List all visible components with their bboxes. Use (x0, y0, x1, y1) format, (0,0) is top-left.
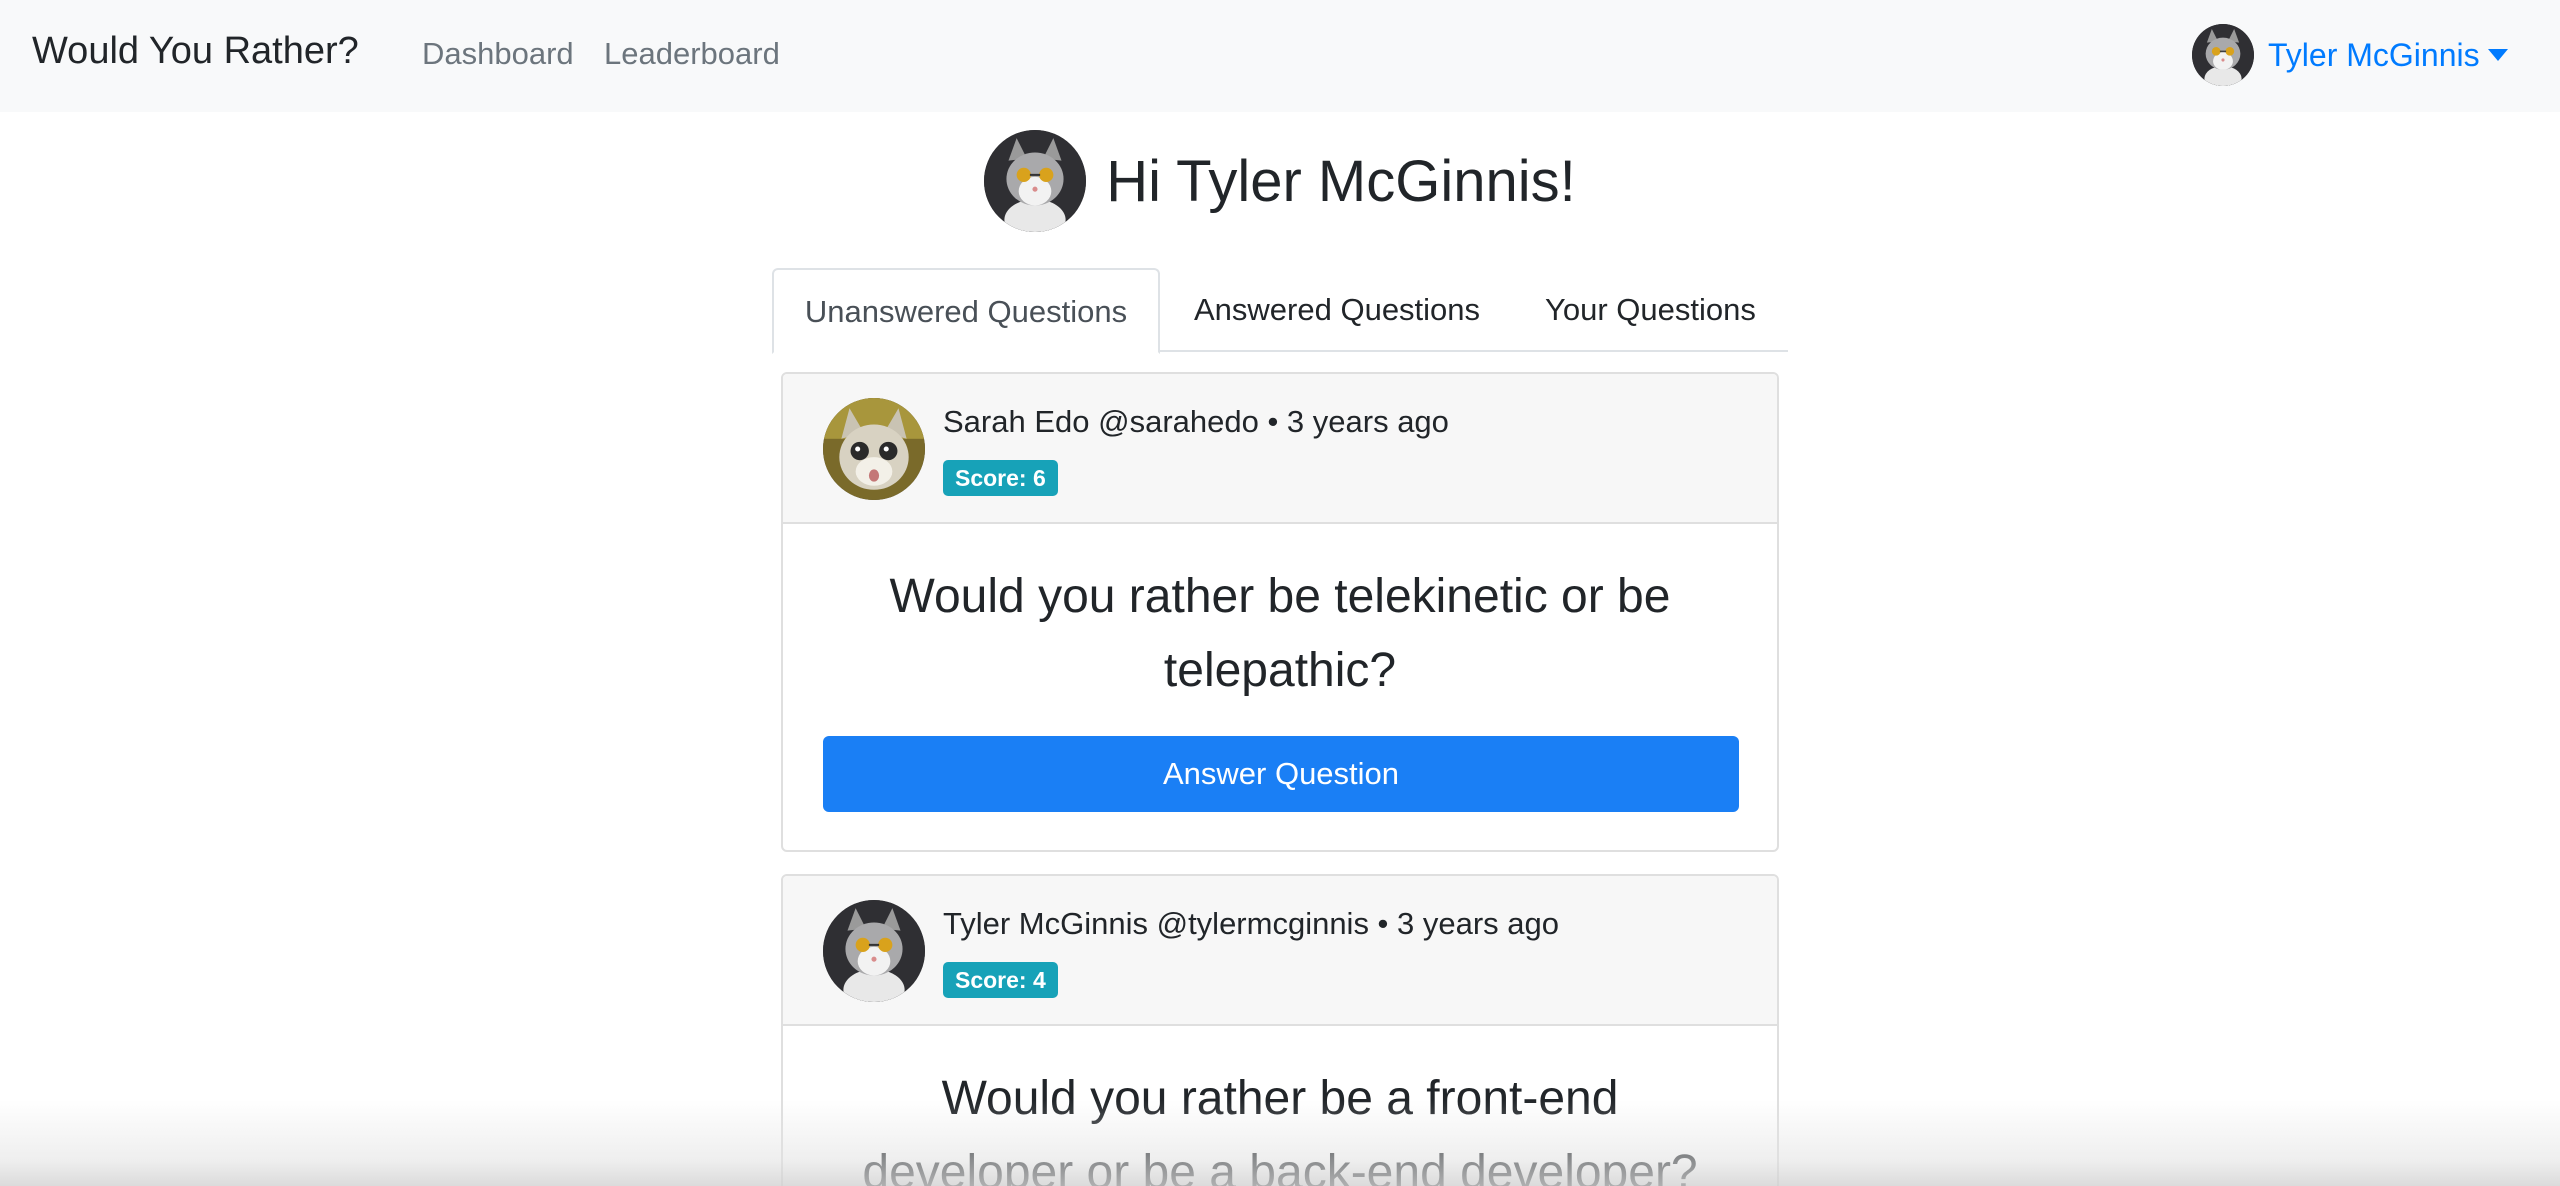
user-name: Tyler McGinnis (2268, 36, 2480, 73)
surprised-cat-icon (823, 398, 925, 500)
author-line: Sarah Edo @sarahedo • 3 years ago (943, 404, 1449, 439)
card-header: Sarah Edo @sarahedo • 3 years ago Score:… (783, 374, 1777, 524)
tab-your-questions[interactable]: Your Questions (1545, 268, 1756, 352)
greeting-avatar (984, 130, 1087, 232)
question-text: Would you rather be telekinetic or be te… (889, 570, 1671, 697)
nav-dashboard[interactable]: Dashboard (422, 36, 574, 72)
question-text: Would you rather be a front-end develope… (862, 1072, 1698, 1186)
greeting: Hi Tyler McGinnis! (0, 130, 2560, 232)
navbar: Would You Rather? Dashboard Leaderboard … (0, 0, 2560, 112)
author-avatar (823, 398, 925, 500)
score-badge: Score: 4 (943, 962, 1058, 998)
question-card: Tyler McGinnis @tylermcginnis • 3 years … (781, 874, 1779, 1186)
brand-title[interactable]: Would You Rather? (32, 30, 359, 73)
author-avatar (823, 900, 925, 1002)
answer-question-button[interactable]: Answer Question (823, 736, 1739, 812)
user-avatar (2192, 24, 2254, 86)
author-line: Tyler McGinnis @tylermcginnis • 3 years … (943, 906, 1560, 941)
card-header: Tyler McGinnis @tylermcginnis • 3 years … (783, 876, 1777, 1026)
nav-leaderboard[interactable]: Leaderboard (604, 36, 780, 72)
question-card: Sarah Edo @sarahedo • 3 years ago Score:… (781, 372, 1779, 852)
question-tabs: Unanswered Questions Answered Questions … (772, 268, 1788, 354)
sunglasses-cat-icon (984, 130, 1087, 232)
user-menu-dropdown[interactable]: Tyler McGinnis (2192, 24, 2508, 86)
sunglasses-cat-icon (2192, 24, 2254, 86)
sunglasses-cat-icon (823, 900, 925, 1002)
tab-answered[interactable]: Answered Questions (1194, 268, 1480, 352)
greeting-text: Hi Tyler McGinnis! (1106, 148, 1576, 214)
caret-down-icon (2487, 49, 2508, 61)
tab-unanswered[interactable]: Unanswered Questions (772, 268, 1160, 354)
score-badge: Score: 6 (943, 460, 1058, 496)
